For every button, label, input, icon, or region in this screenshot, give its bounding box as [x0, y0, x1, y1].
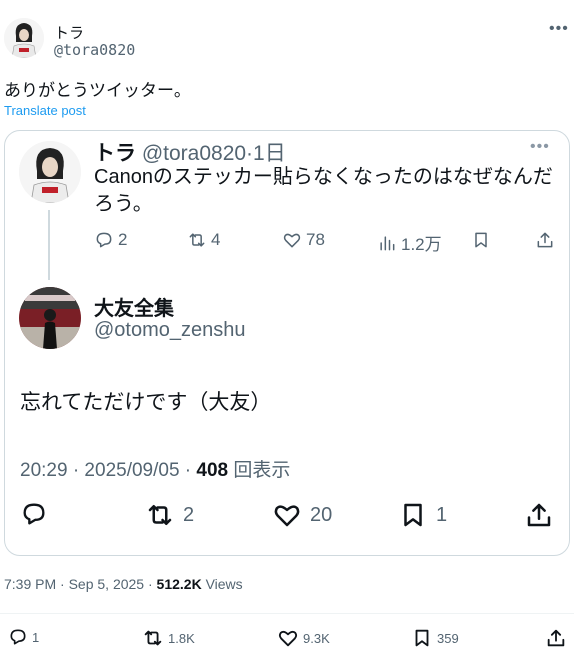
outer-tweet-text: ありがとうツイッター。: [4, 81, 191, 100]
outer-share-button[interactable]: [545, 627, 567, 649]
outer-bookmark-count: 359: [437, 630, 459, 646]
heart-icon: [283, 233, 301, 248]
share-icon: [537, 232, 553, 248]
quoted-like-count: 78: [306, 230, 325, 249]
reply-time-text[interactable]: 20:29 · 2025/09/05 ·: [20, 460, 196, 481]
quoted-tweet-text: Canonのステッカー貼らなくなったのはなぜなんだろう。: [94, 166, 553, 215]
reply-tweet-text: 忘れてただけです（大友）: [20, 391, 272, 414]
heart-icon: [278, 630, 298, 647]
quoted-retweet-count: 4: [211, 230, 221, 249]
quoted-views-button[interactable]: 1.2万: [377, 230, 442, 255]
quoted-like-button[interactable]: 78: [282, 230, 325, 250]
outer-time-text[interactable]: 7:39 PM · Sep 5, 2025 ·: [4, 576, 157, 592]
reply-views-label: 回表示: [228, 460, 291, 481]
retweet-icon: [148, 505, 172, 525]
outer-reply-button[interactable]: 1: [8, 627, 39, 647]
reply-avatar[interactable]: [19, 287, 81, 349]
reply-views-count: 408: [196, 460, 229, 481]
reply-reply-button[interactable]: [20, 500, 48, 528]
outer-retweet-count: 1.8K: [168, 630, 195, 646]
retweet-icon: [144, 630, 162, 646]
quoted-reply-button[interactable]: 2: [94, 230, 127, 250]
reply-retweet-button[interactable]: 2: [145, 500, 194, 530]
outer-handle[interactable]: @tora0820: [54, 41, 135, 59]
bookmark-icon: [404, 503, 422, 527]
share-icon: [527, 503, 551, 527]
outer-display-name[interactable]: トラ: [54, 22, 84, 43]
reply-share-button[interactable]: [524, 500, 554, 530]
bookmark-icon: [475, 232, 487, 248]
reply-retweet-count: 2: [183, 503, 195, 526]
views-chart-icon: [380, 235, 395, 250]
quoted-bookmark-button[interactable]: [471, 230, 491, 250]
quoted-views-count: 1.2万: [401, 235, 442, 254]
more-options-icon[interactable]: •••: [549, 20, 569, 38]
reply-icon: [23, 503, 45, 525]
reply-bookmark-count: 1: [436, 503, 448, 526]
outer-retweet-button[interactable]: 1.8K: [142, 627, 195, 649]
heart-icon: [274, 505, 300, 527]
bookmark-icon: [415, 629, 429, 647]
reply-icon: [96, 232, 112, 248]
share-icon: [547, 629, 565, 647]
thread-connector-line: [48, 210, 50, 280]
reply-like-button[interactable]: 20: [272, 500, 332, 530]
outer-reply-count: 1: [32, 629, 40, 645]
reply-like-count: 20: [310, 503, 333, 526]
outer-like-count: 9.3K: [303, 630, 330, 646]
outer-views-label: Views: [201, 576, 243, 592]
outer-avatar[interactable]: [4, 18, 44, 58]
reply-icon: [10, 629, 26, 645]
divider: [0, 613, 574, 614]
quoted-avatar[interactable]: [19, 141, 81, 203]
quoted-handle-time[interactable]: @tora0820·1日: [136, 142, 286, 165]
outer-views-count: 512.2K: [156, 576, 202, 592]
outer-timestamp: 7:39 PM · Sep 5, 2025 · 512.2K Views: [4, 576, 243, 592]
quoted-share-button[interactable]: [535, 230, 555, 250]
reply-bookmark-button[interactable]: 1: [398, 500, 447, 530]
quoted-retweet-button[interactable]: 4: [187, 230, 220, 250]
quoted-header: トラ @tora0820·1日: [94, 137, 286, 167]
quoted-display-name[interactable]: トラ: [94, 142, 136, 165]
translate-post-link[interactable]: Translate post: [4, 103, 86, 118]
outer-like-button[interactable]: 9.3K: [277, 627, 330, 649]
quoted-reply-count: 2: [118, 230, 128, 249]
reply-timestamp: 20:29 · 2025/09/05 · 408 回表示: [20, 455, 290, 482]
reply-display-name[interactable]: 大友全集: [94, 292, 174, 321]
retweet-icon: [189, 233, 205, 247]
quoted-more-icon[interactable]: •••: [530, 138, 550, 156]
reply-handle[interactable]: @otomo_zenshu: [94, 319, 246, 342]
outer-bookmark-button[interactable]: 359: [411, 627, 459, 649]
